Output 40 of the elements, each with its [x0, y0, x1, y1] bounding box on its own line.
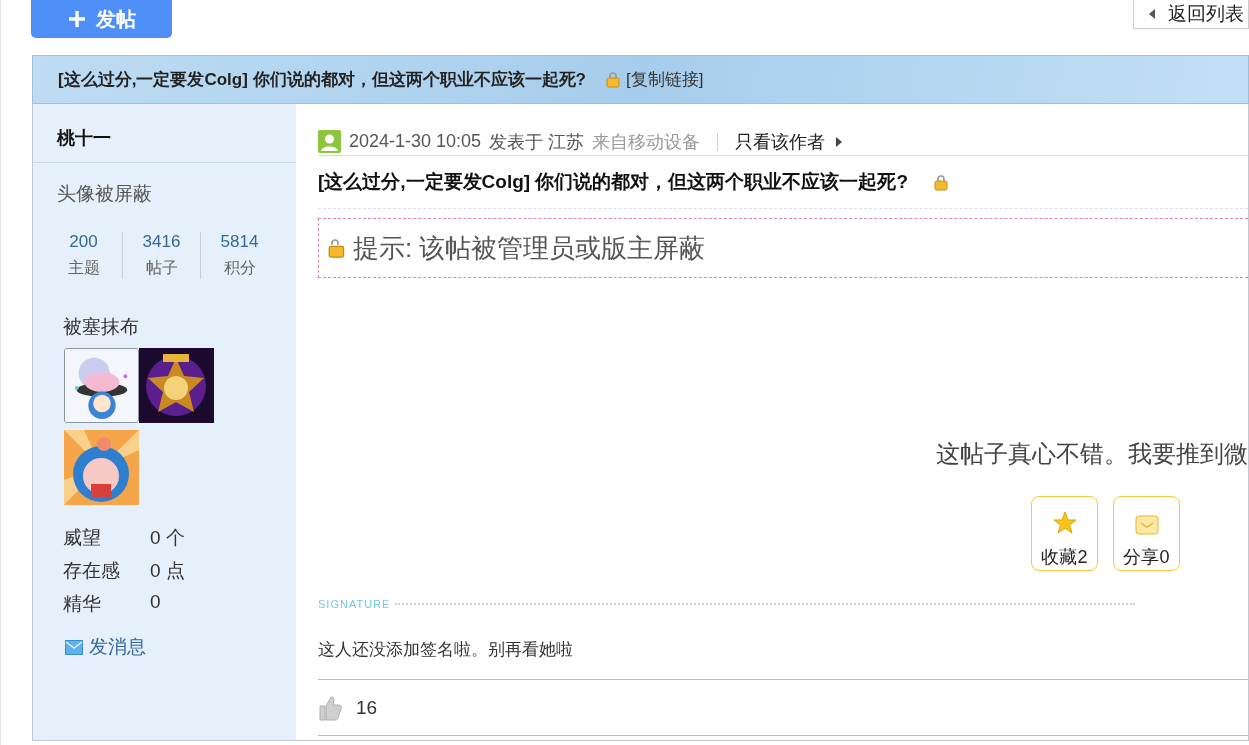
envelope-icon: [65, 639, 83, 655]
thumbs-up-icon: [318, 694, 342, 721]
field-value: 0: [150, 591, 161, 614]
thread-title: [这么过分,一定要发Colg] 你们说的都对，但这两个职业不应该一起死?: [58, 69, 586, 91]
field-label: 威望: [63, 526, 102, 550]
field-value: 0 个: [150, 526, 185, 550]
signature-label: SIGNATURE: [318, 598, 391, 610]
signature-text: 这人还没添加签名啦。别再看她啦: [318, 610, 1248, 680]
back-button[interactable]: 返回列表: [1133, 0, 1249, 29]
caret-icon: [1148, 8, 1156, 20]
stat-value[interactable]: 3416: [142, 232, 181, 252]
plus-icon: [67, 10, 86, 28]
stat-value[interactable]: 5814: [220, 232, 259, 252]
stat-label: 积分: [223, 258, 256, 278]
like-count: 16: [356, 696, 378, 719]
blocked-avatar-text: 头像被屏蔽: [57, 183, 152, 204]
post-title: [这么过分,一定要发Colg] 你们说的都对，但这两个职业不应该一起死?: [318, 170, 909, 194]
stat-label: 主题: [67, 258, 100, 278]
only-author-link[interactable]: 只看该作者: [735, 129, 844, 154]
envelope-icon: [1134, 515, 1159, 535]
caret-icon: [835, 135, 844, 148]
notice-text: 提示: 该帖被管理员或版主屏蔽: [353, 231, 706, 265]
post-source: 来自移动设备: [592, 130, 701, 154]
field-value: 0 点: [150, 559, 185, 583]
lock-icon: [328, 238, 345, 258]
promo-text: 这帖子真心不错。我要推到微: [936, 439, 1248, 469]
post-location: 发表于 江苏: [489, 130, 585, 154]
user-icon: [318, 130, 341, 153]
stat-value[interactable]: 200: [69, 232, 98, 252]
favorite-button[interactable]: 收藏2: [1031, 496, 1098, 571]
post-date: 2024-1-30 10:05: [349, 131, 482, 152]
user-group: 被塞抹布: [33, 314, 296, 348]
share-button[interactable]: 分享0: [1113, 496, 1180, 571]
author-name[interactable]: 桃十一: [33, 104, 296, 163]
send-message-link[interactable]: 发消息: [33, 617, 296, 677]
field-label: 精华: [63, 592, 102, 616]
stat-label: 帖子: [145, 258, 178, 278]
star-icon: [1052, 511, 1077, 535]
field-label: 存在感: [63, 559, 121, 583]
copy-link[interactable]: [复制链接]: [625, 68, 704, 91]
